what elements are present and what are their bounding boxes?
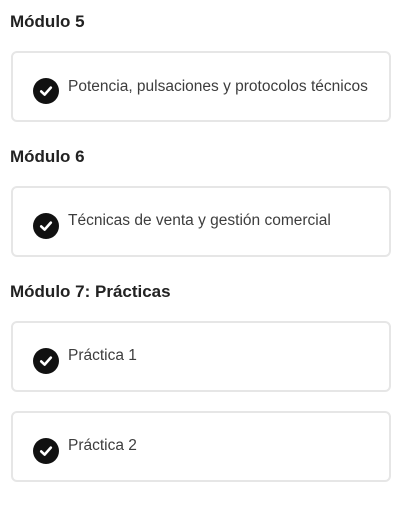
- module-title: Módulo 5: [10, 12, 85, 31]
- check-circle-icon: [33, 438, 59, 464]
- check-circle-icon: [33, 213, 59, 239]
- lesson-label: Práctica 2: [68, 437, 137, 454]
- course-content: Módulo 5 Potencia, pulsaciones y protoco…: [0, 0, 404, 510]
- module-title: Módulo 6: [10, 147, 85, 166]
- check-circle-icon: [33, 78, 59, 104]
- lesson-item[interactable]: Práctica 2: [11, 411, 391, 482]
- lesson-item[interactable]: Técnicas de venta y gestión comercial: [11, 186, 391, 257]
- lesson-label: Técnicas de venta y gestión comercial: [68, 212, 331, 229]
- lesson-label: Práctica 1: [68, 347, 137, 364]
- lesson-item[interactable]: Potencia, pulsaciones y protocolos técni…: [11, 51, 391, 122]
- module-title: Módulo 7: Prácticas: [10, 282, 171, 301]
- check-circle-icon: [33, 348, 59, 374]
- lesson-label: Potencia, pulsaciones y protocolos técni…: [68, 78, 368, 95]
- lesson-item[interactable]: Práctica 1: [11, 321, 391, 392]
